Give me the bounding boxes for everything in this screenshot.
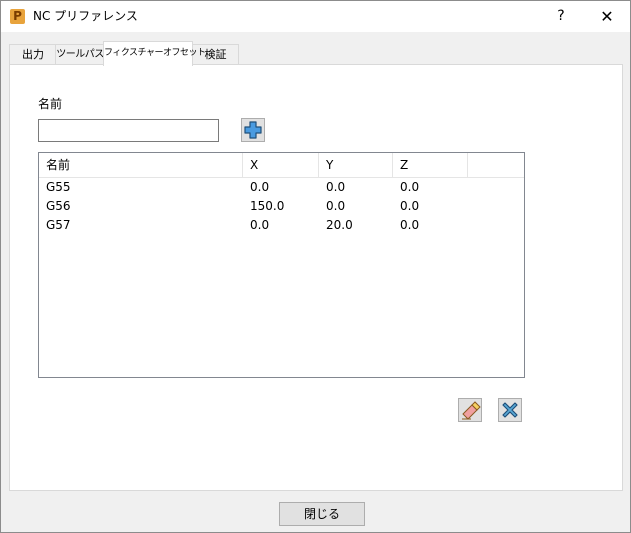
- cell-y: 20.0: [326, 218, 353, 232]
- column-header-z[interactable]: Z: [393, 153, 468, 177]
- table-row[interactable]: G55 0.0 0.0 0.0: [39, 178, 524, 197]
- app-icon: P: [10, 9, 25, 24]
- table-row[interactable]: G56 150.0 0.0 0.0: [39, 197, 524, 216]
- eraser-icon: [462, 401, 481, 420]
- cell-name: G55: [46, 180, 71, 194]
- help-button[interactable]: ?: [538, 1, 584, 32]
- tab-toolpath[interactable]: ツールパス: [55, 44, 105, 65]
- table-row[interactable]: G57 0.0 20.0 0.0: [39, 216, 524, 235]
- tab-output[interactable]: 出力: [9, 44, 57, 65]
- plus-icon: [244, 121, 262, 139]
- cell-y: 0.0: [326, 180, 346, 194]
- tab-fixture-offset[interactable]: フィクスチャーオフセット: [103, 41, 206, 66]
- cell-x: 0.0: [250, 218, 270, 232]
- column-header-y[interactable]: Y: [319, 153, 393, 177]
- window-title: NC プリファレンス: [33, 9, 138, 23]
- close-window-button[interactable]: ✕: [584, 1, 630, 32]
- name-input[interactable]: [38, 119, 219, 142]
- fixture-offset-table[interactable]: 名前 X Y Z G55 0.0 0.0 0.0 G56 150.0 0.0 0…: [38, 152, 525, 378]
- name-label: 名前: [38, 97, 63, 111]
- delete-offset-button[interactable]: [498, 398, 522, 422]
- column-header-x[interactable]: X: [243, 153, 319, 177]
- cell-z: 0.0: [400, 218, 420, 232]
- title-bar: P NC プリファレンス ? ✕: [1, 1, 630, 32]
- close-button[interactable]: 閉じる: [279, 502, 365, 526]
- delete-icon: [502, 402, 518, 418]
- column-header-name[interactable]: 名前: [39, 153, 243, 177]
- cell-name: G56: [46, 199, 71, 213]
- cell-z: 0.0: [400, 180, 420, 194]
- cell-name: G57: [46, 218, 71, 232]
- edit-offset-button[interactable]: [458, 398, 482, 422]
- add-offset-button[interactable]: [241, 118, 265, 142]
- cell-x: 150.0: [250, 199, 285, 213]
- cell-z: 0.0: [400, 199, 420, 213]
- table-header: 名前 X Y Z: [39, 153, 524, 178]
- cell-x: 0.0: [250, 180, 270, 194]
- cell-y: 0.0: [326, 199, 346, 213]
- dialog-window: P NC プリファレンス ? ✕ 出力 ツールパス フィクスチャーオフセット 検…: [0, 0, 631, 533]
